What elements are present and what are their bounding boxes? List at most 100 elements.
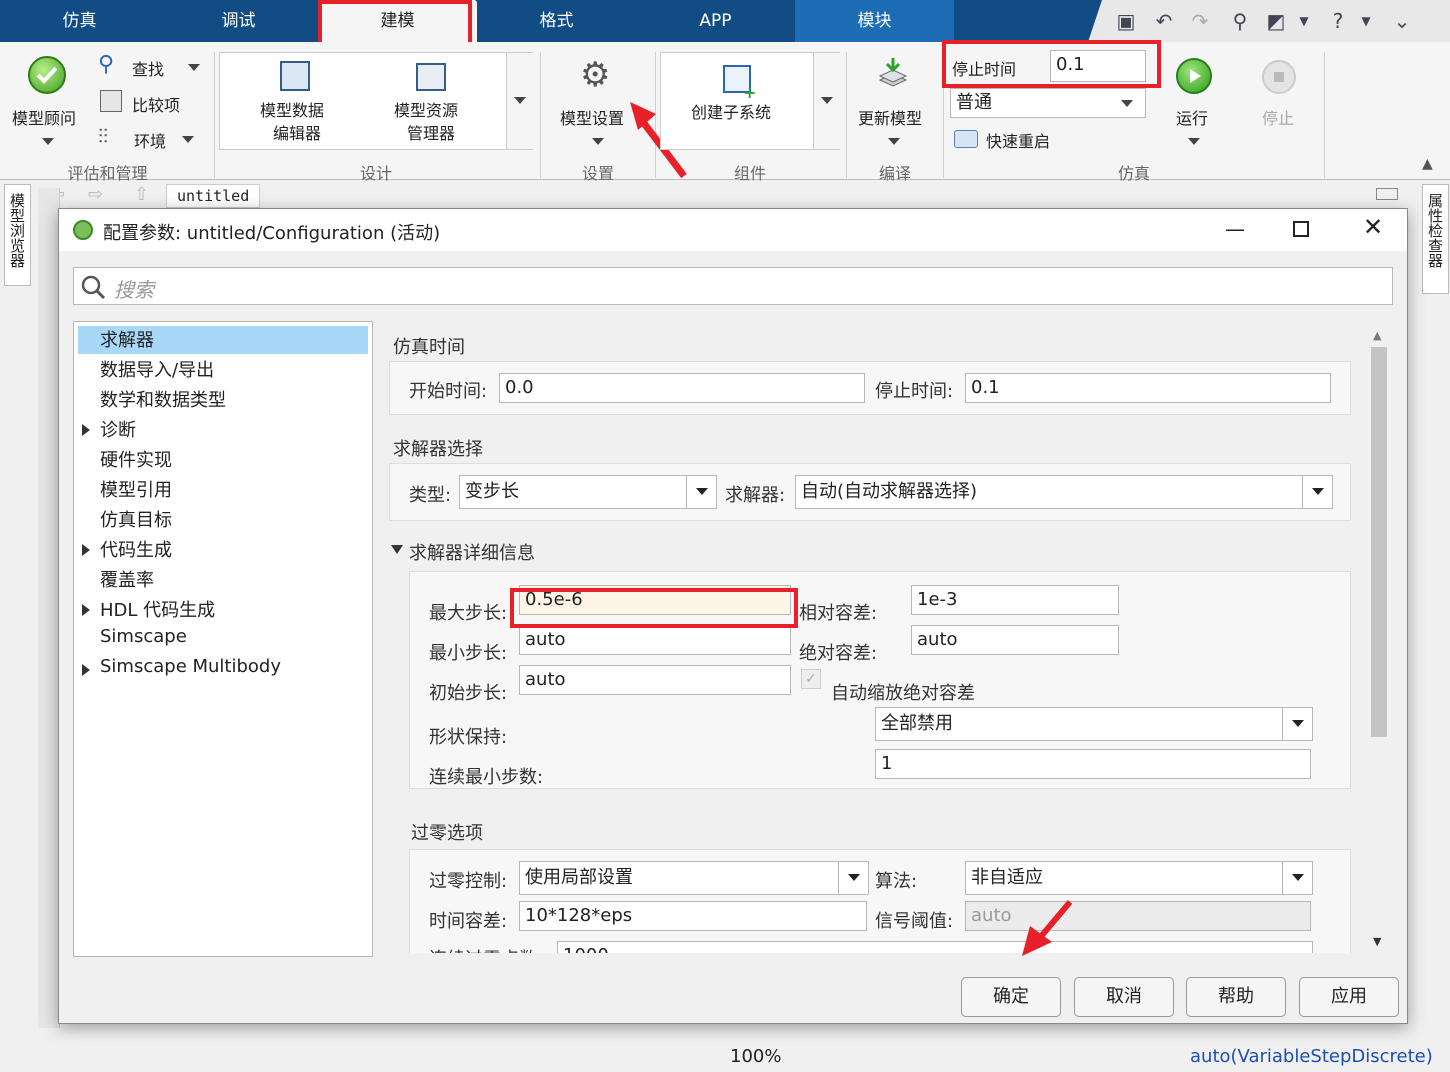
redo-icon[interactable]: ↷: [1187, 8, 1213, 34]
forward-icon[interactable]: ⇨: [88, 184, 103, 205]
stop-icon: [1262, 60, 1296, 94]
chevron-down-icon[interactable]: ▼: [1291, 8, 1317, 34]
ok-button[interactable]: 确定: [961, 977, 1061, 1017]
tree-item[interactable]: 数据导入/导出: [100, 356, 214, 382]
help-icon[interactable]: ?: [1325, 8, 1351, 34]
auto-scale-checkbox[interactable]: ✓: [801, 669, 821, 689]
tree-item[interactable]: 模型引用: [100, 476, 172, 502]
expand-triangle-icon[interactable]: [82, 664, 90, 676]
model-explorer-button[interactable]: 模型资源 管理器: [394, 99, 458, 145]
property-inspector-tab[interactable]: 属性检查器: [1422, 184, 1449, 294]
time-tol-input[interactable]: 10*128*eps: [519, 901, 867, 931]
consec-min-input[interactable]: 1: [875, 749, 1311, 779]
collapse-triangle-icon[interactable]: [391, 545, 403, 554]
expand-triangle-icon[interactable]: [82, 544, 90, 556]
chevron-down-icon[interactable]: [592, 138, 604, 145]
create-subsystem-button[interactable]: 创建子系统: [691, 99, 771, 123]
help-button[interactable]: 帮助: [1186, 977, 1286, 1017]
model-settings-button[interactable]: 模型设置: [560, 105, 624, 129]
stop-time-input[interactable]: 0.1: [1050, 50, 1146, 82]
model-advisor-icon[interactable]: [28, 56, 66, 94]
up-icon[interactable]: ⇧: [134, 184, 149, 205]
maximize-icon[interactable]: [1293, 221, 1309, 237]
run-icon[interactable]: [1176, 58, 1212, 94]
gallery-expand-button[interactable]: [506, 53, 533, 149]
min-step-input[interactable]: auto: [519, 625, 791, 655]
zc-consec-input[interactable]: 1000: [557, 941, 1313, 953]
tree-item[interactable]: 诊断: [100, 416, 136, 442]
simulation-mode-select[interactable]: 普通: [950, 88, 1146, 118]
expand-triangle-icon[interactable]: [82, 424, 90, 436]
scrollbar[interactable]: ▲ ▼: [1369, 325, 1389, 955]
start-time-input[interactable]: 0.0: [499, 373, 865, 403]
close-icon[interactable]: ✕: [1363, 213, 1383, 241]
tab-debug[interactable]: 调试: [159, 0, 318, 42]
collapse-ribbon-icon[interactable]: ▲: [1422, 156, 1433, 172]
stop-square: [1274, 72, 1284, 82]
update-model-icon[interactable]: [876, 56, 910, 92]
minimize-icon[interactable]: —: [1225, 217, 1245, 241]
tab-apps[interactable]: APP: [636, 0, 795, 42]
model-browser-tab[interactable]: 模型浏览器: [4, 184, 31, 286]
environment-button[interactable]: 环境: [134, 128, 166, 152]
ribbon: 模型顾问 ⚲ 查找 比较项 ⫶⫶ 环境 评估和管理 模型数据 编辑器 模型资源 管理…: [0, 42, 1450, 183]
chevron-down-icon: [1121, 100, 1133, 107]
init-step-input[interactable]: auto: [519, 665, 791, 695]
scroll-up-icon[interactable]: ▲: [1373, 329, 1381, 342]
collapse-ribbon-icon[interactable]: ⌄: [1389, 8, 1415, 34]
type-select[interactable]: 变步长: [459, 475, 717, 509]
solver-details-heading[interactable]: 求解器详细信息: [409, 539, 535, 565]
update-model-button[interactable]: 更新模型: [858, 105, 922, 129]
run-button[interactable]: 运行: [1176, 105, 1208, 129]
component-gallery: + 创建子系统: [660, 52, 840, 150]
tab-block[interactable]: 模块: [795, 0, 954, 42]
window-icon[interactable]: ◩: [1263, 8, 1289, 34]
tab-simulation[interactable]: 仿真: [0, 0, 159, 42]
find-button[interactable]: 查找: [132, 56, 164, 80]
solver-select[interactable]: 自动(自动求解器选择): [795, 475, 1333, 509]
scroll-down-icon[interactable]: ▼: [1373, 935, 1381, 948]
label-line: 模型数据: [260, 101, 325, 120]
zc-control-select[interactable]: 使用局部设置: [519, 861, 869, 895]
chevron-down-icon[interactable]: [42, 138, 54, 145]
save-icon[interactable]: ▣: [1113, 8, 1139, 34]
solver-status[interactable]: auto(VariableStepDiscrete): [1190, 1046, 1433, 1067]
tab-format[interactable]: 格式: [477, 0, 636, 42]
gallery-expand-button[interactable]: [813, 53, 840, 149]
chevron-down-icon[interactable]: [182, 136, 194, 143]
chevron-down-icon[interactable]: [188, 64, 200, 71]
cancel-button[interactable]: 取消: [1074, 977, 1174, 1017]
chevron-down-icon[interactable]: [888, 138, 900, 145]
max-step-input[interactable]: 0.5e-6: [519, 585, 791, 615]
shape-select[interactable]: 全部禁用: [875, 707, 1313, 741]
search-box[interactable]: 搜索: [73, 267, 1393, 305]
model-advisor-label[interactable]: 模型顾问: [12, 105, 76, 129]
tree-item[interactable]: 求解器: [100, 326, 154, 352]
time-tol-label: 时间容差:: [429, 911, 508, 932]
gear-icon[interactable]: ⚙: [580, 58, 610, 92]
apply-button[interactable]: 应用: [1299, 977, 1399, 1017]
chevron-down-icon[interactable]: [1188, 138, 1200, 145]
expand-triangle-icon[interactable]: [82, 604, 90, 616]
model-data-editor-button[interactable]: 模型数据 编辑器: [260, 99, 324, 145]
search-icon[interactable]: ⚲: [1227, 8, 1253, 34]
tab-modeling[interactable]: 建模: [318, 0, 477, 42]
breadcrumb-model[interactable]: untitled: [166, 184, 261, 208]
tree-item[interactable]: Simscape Multibody: [100, 656, 281, 677]
undo-icon[interactable]: ↶: [1151, 8, 1177, 34]
scroll-thumb[interactable]: [1371, 347, 1387, 737]
compare-button[interactable]: 比较项: [132, 92, 180, 116]
fast-restart-button[interactable]: 快速重启: [986, 128, 1050, 152]
tree-item[interactable]: 代码生成: [100, 536, 172, 562]
tree-item[interactable]: Simscape: [100, 626, 187, 647]
tree-item[interactable]: HDL 代码生成: [100, 596, 215, 622]
rel-tol-input[interactable]: 1e-3: [911, 585, 1119, 615]
tree-item[interactable]: 硬件实现: [100, 446, 172, 472]
abs-tol-input[interactable]: auto: [911, 625, 1119, 655]
tree-item[interactable]: 覆盖率: [100, 566, 154, 592]
tree-item[interactable]: 仿真目标: [100, 506, 172, 532]
algorithm-select[interactable]: 非自适应: [965, 861, 1313, 895]
chevron-down-icon[interactable]: ▼: [1353, 8, 1379, 34]
tree-item[interactable]: 数学和数据类型: [100, 386, 226, 412]
stop-time-input[interactable]: 0.1: [965, 373, 1331, 403]
